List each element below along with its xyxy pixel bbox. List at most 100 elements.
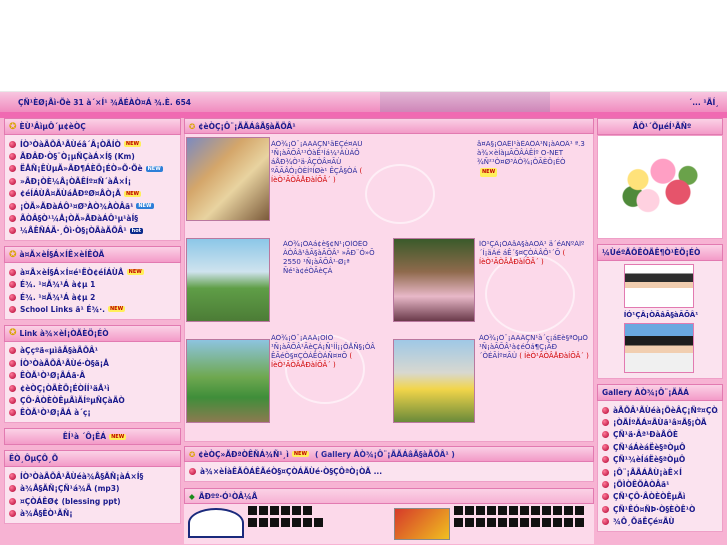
star-icon: ✪ xyxy=(9,328,17,339)
bullet-icon xyxy=(9,140,16,148)
menu-item[interactable]: ÊÒÃ¹Ò¹Ø¡ÃÁ à´ç¡ xyxy=(9,407,176,419)
menu-item[interactable]: School Links ã¹ É¾·. NEW xyxy=(9,303,176,315)
menu-item[interactable]: ÇÔ·ÂÒÈÒÊµÃìÃÍºµÑÇàÃÒ xyxy=(9,394,176,406)
bullet-icon xyxy=(9,153,16,161)
menu-links: àÇçºä«µìâÃ§àÃÕÂ¹ ÍÒ³ÒàÃÕÂ¹ÃÙé·Ò§ä¡Å ÊÒÃ¹Ò¹… xyxy=(4,341,181,424)
news-item[interactable]: ÍÓ¹ÇÂ¡ÒÃâÃ§àÃÕÂ¹ ä´éÃÑºÁÍº´Í¡äÁé áÊ´§¤ÇÒ… xyxy=(479,240,589,320)
menu-item[interactable]: ÃÐÂÐ·Ò§¨Ò¡µÑÇàÁ×Í§ (Km) xyxy=(9,150,176,162)
bottom-title: ÃÐºº·Ó¹ÒÂ¼Å xyxy=(198,491,258,501)
menu-header-lessons[interactable]: ÊÍ¹à ´Ô¡ÊÁ NEW xyxy=(4,428,181,446)
menu-item-label: É¾. ¹¤Ã¾¹Á à¢µ 1 xyxy=(20,280,96,290)
menu-item[interactable]: ÇÑ¹ä·Âª¹ÐàÅÔÈ xyxy=(602,429,718,441)
menu-item[interactable]: ¢éÍÁÙÅ¤ÃÙáÅÐºØ¤ÅÒ¡Ã NEW xyxy=(9,188,176,200)
blocks-row xyxy=(454,506,584,515)
gallery-link[interactable]: ( Gallery ÀÒ¾¡Ô¨¡ÃÃÁâÃ§àÃÕÂ¹ ) xyxy=(315,450,455,459)
menu-item-label: à¤Ã×èÍ§Á×Í¤é¹ËÒ¢éÍÁÙÅ xyxy=(20,267,124,277)
bullet-icon xyxy=(602,518,609,526)
bullet-icon xyxy=(9,215,16,223)
menu-item[interactable]: ËÅÑ¡ÊÙµÃ»ÃÐ¶ÁÈÖ¡ÉÒ»Õ·Õè NEW xyxy=(9,163,176,175)
menu-item[interactable]: à¾Å§ÊÒ¹ÃÑ¡ xyxy=(9,507,176,519)
menu-item[interactable]: ¤ÇÒÁÊØ¢ (blessing ppt) xyxy=(9,495,176,507)
news-item[interactable]: ÀÒ¾¡ÒÃá¢è§¢Ñ¹¡ÕÌÒÊÕ ÀÒÂã¹âÃ§àÃÕÂ¹ »ÃÐ¨Ó»… xyxy=(283,240,393,320)
news-photo[interactable] xyxy=(186,137,270,221)
menu-item[interactable]: ¡Ô¨¡ÃÃÁÅÙ¡àÊ×Í xyxy=(602,466,718,478)
menu-item[interactable]: ÍÒ³ÒàÃÕÂ¹ÃÙé·Ò§ä¡Å xyxy=(9,357,176,369)
news-item[interactable]: ÀÒ¾¡Ô¨¡ÃÃÁÇÑ¹äËÇé¤ÃÙ ¹Ñ¡àÃÕÂ¹¹ÓàÊ¹Íá¼¹ÀÙ… xyxy=(271,140,389,230)
visitor-text: ´... ¹ÃÍ¸ xyxy=(688,97,719,107)
news-photo[interactable] xyxy=(393,339,475,423)
news-text: â¤Ã§¡ÒÃÊÍ¹àÊÃÔÁ¹Ñ¡àÃÕÂ¹ ª.3 à¾×èÍàµÃÕÂÁÊ… xyxy=(477,140,585,166)
menu-item[interactable]: àÇçºä«µìâÃ§àÃÕÂ¹ xyxy=(9,345,176,357)
news-photo[interactable] xyxy=(186,339,270,423)
menu-item[interactable]: ¡ÒÃ»ÃÐàÁÔ¹¤Ø³ÀÒ¾ÀÒÂã¹ NEW xyxy=(9,200,176,212)
bullet-icon xyxy=(9,165,16,173)
badge-icon: NEW xyxy=(126,269,144,276)
menu-item[interactable]: àÃÕÂ¹ÃÙéà¡ÕèÂÇ¡Ñº¤ÇÒÁ»ÅÍ´ÀÑÂNEW xyxy=(602,404,718,416)
menu-item[interactable]: à¾Å§ÃÑ¡ÇÑ¹á¾Ã (mp3) xyxy=(9,482,176,494)
badge-icon: NEW xyxy=(123,141,142,148)
menu-item[interactable]: ÍÒ³ÒàÃÕÂ¹ÃÙéâ´Â¡ÒÃÍÒ NEW xyxy=(9,138,176,150)
bullet-icon xyxy=(9,497,16,505)
menu-main: ÍÒ³ÒàÃÕÂ¹ÃÙéâ´Â¡ÒÃÍÒ NEW ÃÐÂÐ·Ò§¨Ò¡µÑÇàÁ×Í… xyxy=(4,135,181,242)
menu-header-main: ✪ ÈÙ¹ÂìµÔ´µ¢èÒÇ xyxy=(4,118,181,135)
bullet-icon xyxy=(9,485,16,493)
menu-item[interactable]: É¾. ¹¤Ã¾¹Á à¢µ 1 xyxy=(9,279,176,291)
menu-item[interactable]: ÇÑ¹áÁèáËè§ªÒµÔ xyxy=(602,441,718,453)
menu-item-label: School Links ã¹ É¾·. xyxy=(20,304,105,314)
director-photo xyxy=(624,264,694,308)
menu-demo: ÍÒ³ÒàÃÕÂ¹ÃÙéà¾Å§ÃÑ¡àÁ×Í§ à¾Å§ÃÑ¡ÇÑ¹á¾Ã (m… xyxy=(4,467,181,524)
menu-item[interactable]: ÊÒÃ¹Ò¹Ø¡ÃÁä·Â xyxy=(9,369,176,381)
read-more-link[interactable]: ( ÍèÒ¹ÃÒÂÅÐàÍÕÂ´ ) xyxy=(519,352,589,360)
badge-icon: NEW xyxy=(145,165,163,172)
news-item[interactable]: ÀÒ¾¡Ô¨¡ÃÃÁÇÑ¹à´ç¡áËè§ªÒµÔ ¹Ñ¡àÃÕÂ¹à¢éÒá¶… xyxy=(479,334,589,424)
menu-item[interactable]: ÃÒÂ§Ò¹¼Å¡ÒÃ»ÃÐàÁÔ¹µ¹àÍ§ xyxy=(9,212,176,224)
bullet-icon xyxy=(602,493,609,501)
menu-item-label: ÇÔ·ÂÒÈÒÊµÃìÃÍºµÑÇàÃÒ xyxy=(20,395,125,405)
menu-title: ÈÙ¹ÂìµÔ´µ¢èÒÇ xyxy=(19,122,86,131)
new-badge: NEW xyxy=(109,433,127,440)
news-item[interactable]: â¤Ã§¡ÒÃÊÍ¹àÊÃÔÁ¹Ñ¡àÃÕÂ¹ ª.3 à¾×èÍàµÃÕÂÁÊ… xyxy=(477,140,587,200)
menu-item[interactable]: ÇÑ¹ÊÓ¤ÑÞ·Ò§ÈÒÊ¹Ò xyxy=(602,503,718,515)
header-banner xyxy=(0,0,727,92)
bullet-icon xyxy=(9,472,16,480)
news-photo[interactable] xyxy=(186,238,270,322)
menu-item-label: ÊÒÃ¹Ò¹Ø¡ÃÁ à´ç¡ xyxy=(20,408,91,418)
menu-item[interactable]: ¼ÅÊÑÁÄ·¸Ôì·Ò§¡ÒÃàÃÕÂ¹ hot xyxy=(9,225,176,237)
director-panel: ÍÓ¹ÇÂ¡ÒÃâÃ§àÃÕÂ¹ xyxy=(597,261,723,379)
menu-item[interactable]: ¢èÒÇ¡ÒÃÈÖ¡ÉÒÍÍ¹äÅ¹ì xyxy=(9,382,176,394)
middle-column: ✪ ¢èÒÇ¡Ô¨¡ÃÃÁâÃ§àÃÕÂ¹ ÀÒ¾¡Ô¨¡ÃÃÁÇÑ¹äËÇé¤… xyxy=(184,118,594,544)
bullet-icon xyxy=(9,177,16,185)
bullet-icon xyxy=(9,384,16,392)
star-icon: ✪ xyxy=(9,121,17,132)
welcome-title: ÂÔ¹´ÕµéÍ¹ÃÑº xyxy=(632,122,692,131)
logo-image xyxy=(188,508,244,538)
news-title: ¢èÒÇ¡Ô¨¡ÃÃÁâÃ§àÃÕÂ¹ xyxy=(198,121,296,131)
menu-item[interactable]: à¤Ã×èÍ§Á×Í¤é¹ËÒ¢éÍÁÙÅ NEW xyxy=(9,266,176,278)
menu-item-label: ¼ÅÊÑÁÄ·¸Ôì·Ò§¡ÒÃàÃÕÂ¹ xyxy=(20,226,127,236)
menu-item-label: ¤ÇÒÁÊØ¢ (blessing ppt) xyxy=(20,496,121,506)
list-item-label: à¾×èÍàÊÃÔÁÊÃéÒ§¤ÇÒÁÃÙé·Ò§ÇÔªÒ¡ÒÃ ... xyxy=(200,466,383,476)
menu-item-label: É¾. ¹¤Ã¾¹Á à¢µ 2 xyxy=(20,292,96,302)
menu-item-label: ÊÒÃ¹Ò¹Ø¡ÃÁä·Â xyxy=(20,371,86,381)
menu-item-label: ÇÑ¹áÁèáËè§ªÒµÔ xyxy=(613,442,686,452)
list-item[interactable]: à¾×èÍàÊÃÔÁÊÃéÒ§¤ÇÒÁÃÙé·Ò§ÇÔªÒ¡ÒÃ ... xyxy=(189,465,589,477)
news-item[interactable]: ÀÒ¾¡Ô¨¡ÃÃÁ¡ÕÌÒ ¹Ñ¡àÃÕÂ¹ÃèÇÁ¡Ñ¹ÍÍ¡¡ÓÅÑ§¡Ò… xyxy=(271,334,387,424)
menu-item[interactable]: É¾. ¹¤Ã¾¹Á à¢µ 2 xyxy=(9,291,176,303)
menu-item[interactable]: ¾Ô¸ÕäËÇé¤ÃÙ xyxy=(602,516,718,528)
menu-item[interactable]: ¡ÒÃÍºÃÁ¤ÃÙã¹â¤Ã§¡ÒÃ xyxy=(602,416,718,428)
menu-item[interactable]: »ÃÐ¡ÒÈ¼Å¡ÒÃÊÍº¤Ñ´àÅ×Í¡ xyxy=(9,175,176,187)
menu-item-label: »ÃÐ¡ÒÈ¼Å¡ÒÃÊÍº¤Ñ´àÅ×Í¡ xyxy=(20,176,132,186)
menu-item-label: ÇÑ¹ÊÓ¤ÑÞ·Ò§ÈÒÊ¹Ò xyxy=(613,504,696,514)
menu-item-label: ÇÑ¹¾èÍáËè§ªÒµÔ xyxy=(613,455,686,465)
menu-item[interactable]: ÇÑ¹¾èÍáËè§ªÒµÔ xyxy=(602,454,718,466)
menu-item[interactable]: ÍÒ³ÒàÃÕÂ¹ÃÙéà¾Å§ÃÑ¡àÁ×Í§ xyxy=(9,470,176,482)
menu-item[interactable]: ÇÑ¹ÇÔ·ÂÒÈÒÊµÃì xyxy=(602,491,718,503)
menu-item-label: à¾Å§ÊÒ¹ÃÑ¡ xyxy=(20,508,73,518)
menu-item[interactable]: ¡ÕÌÒÊÕÀÒÂã¹ xyxy=(602,478,718,490)
gallery-header: ✪ ¢èÒÇ»ÃÐªÒÊÑÁ¾Ñ¹¸ì NEW ( Gallery ÀÒ¾¡Ô¨… xyxy=(184,446,594,462)
bullet-icon xyxy=(602,505,609,513)
news-photo[interactable] xyxy=(393,238,475,322)
bullet-icon xyxy=(602,406,609,414)
news-text: ÀÒ¾¡ÒÃá¢è§¢Ñ¹¡ÕÌÒÊÕ ÀÒÂã¹âÃ§àÃÕÂ¹ »ÃÐ¨Ó»… xyxy=(283,240,375,275)
bullet-icon xyxy=(9,359,16,367)
